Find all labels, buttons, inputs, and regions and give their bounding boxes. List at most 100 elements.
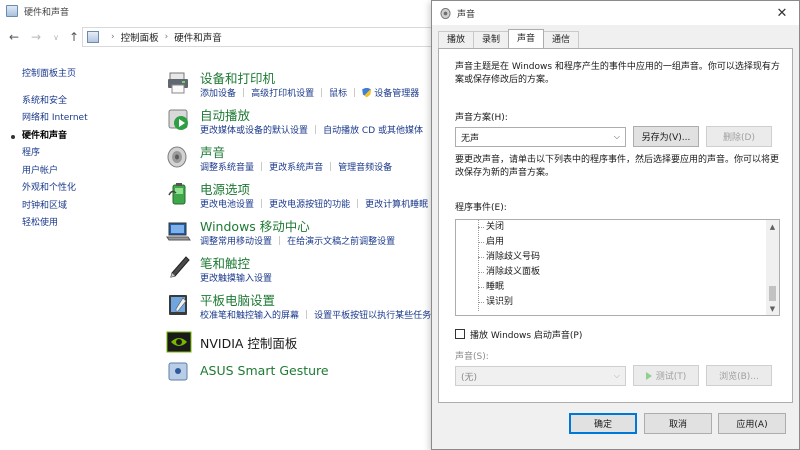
sidebar-item-hardware-sound[interactable]: 硬件和声音 [11,128,152,146]
link-calibrate-screen[interactable]: 校准笔和触控输入的屏幕 [200,308,299,321]
sidebar: 控制面板主页 系统和安全 网络和 Internet 硬件和声音 程序 用户帐户 … [11,66,152,233]
history-chevron-icon[interactable]: ∨ [47,28,65,46]
link-change-sounds[interactable]: 更改系统声音 [269,160,323,173]
category-title[interactable]: 平板电脑设置 [200,290,275,309]
battery-icon [168,183,186,205]
sidebar-item-system-security[interactable]: 系统和安全 [22,93,152,111]
tab-sounds[interactable]: 声音 [508,29,545,48]
autoplay-icon [168,109,188,130]
link-separator: | [320,87,324,98]
category-title[interactable]: 自动播放 [200,105,250,124]
link-sleep[interactable]: 更改计算机睡眠 [365,197,428,210]
chevron-down-icon: ⌵ [613,132,620,141]
scroll-up-icon[interactable]: ▲ [766,220,779,233]
play-icon [645,371,652,380]
close-icon[interactable]: ✕ [773,4,791,22]
sound-dialog-title: 声音 [457,9,476,20]
link-mobility-settings[interactable]: 调整常用移动设置 [200,234,272,247]
breadcrumb-separator-icon[interactable]: › [165,32,169,42]
link-manage-audio[interactable]: 管理音频设备 [338,160,392,173]
link-device-manager[interactable]: 设备管理器 [374,86,419,99]
sidebar-item-appearance[interactable]: 外观和个性化 [22,180,152,198]
startup-sound-label[interactable]: 播放 Windows 启动声音(P) [470,328,582,341]
test-button[interactable]: 测试(T) [633,365,699,386]
breadcrumb-current[interactable]: 硬件和声音 [174,30,222,44]
link-separator: | [260,161,264,172]
link-mouse[interactable]: 鼠标 [329,86,347,99]
link-autoplay-cd[interactable]: 自动播放 CD 或其他媒体 [323,123,423,136]
link-advanced-printer[interactable]: 高级打印机设置 [251,86,314,99]
link-separator: | [260,198,264,209]
list-item[interactable]: 消除歧义面板 [486,265,540,280]
link-adjust-volume[interactable]: 调整系统音量 [200,160,254,173]
browse-button[interactable]: 浏览(B)... [706,365,772,386]
startup-sound-checkbox[interactable] [455,329,465,339]
list-item[interactable]: 启用 [486,235,504,250]
events-scrollbar[interactable]: ▲ ▼ [766,220,779,315]
category-title[interactable]: 声音 [200,142,225,161]
apply-button[interactable]: 应用(A) [718,413,786,434]
delete-button[interactable]: 删除(D) [706,126,772,147]
link-tablet-buttons[interactable]: 设置平板按钮以执行某些任务 [314,308,431,321]
category-title[interactable]: 电源选项 [200,179,250,198]
sidebar-item-home[interactable]: 控制面板主页 [22,66,152,84]
category-title[interactable]: Windows 移动中心 [200,216,310,235]
touchpad-icon [168,362,188,381]
list-item[interactable]: 关闭 [486,220,504,235]
breadcrumb-root[interactable]: 控制面板 [121,30,159,44]
chevron-down-icon: ⌵ [613,371,620,380]
link-presentation-settings[interactable]: 在给演示文稿之前调整设置 [287,234,395,247]
category-title[interactable]: NVIDIA 控制面板 [200,333,297,352]
list-item[interactable]: 误识别 [486,295,513,310]
cancel-button[interactable]: 取消 [644,413,712,434]
save-as-button[interactable]: 另存为(V)... [633,126,699,147]
sound-scheme-value: 无声 [461,133,480,144]
sound-select[interactable]: (无) ⌵ [455,366,626,386]
tree-line [478,220,484,311]
breadcrumb-separator-icon[interactable]: › [111,32,115,42]
back-arrow-icon[interactable]: ← [5,28,23,46]
speaker-icon [440,7,451,19]
tree-branch [478,302,484,303]
link-separator: | [314,124,318,135]
sound-dialog-titlebar[interactable]: 声音 ✕ [432,1,799,25]
category-title[interactable]: 设备和打印机 [200,68,275,87]
sidebar-item-ease-of-access[interactable]: 轻松使用 [22,215,152,233]
intro-text: 声音主题是在 Windows 和程序产生的事件中应用的一组声音。你可以选择现有方… [455,62,780,85]
link-change-default-media[interactable]: 更改媒体或设备的默认设置 [200,123,308,136]
link-add-device[interactable]: 添加设备 [200,86,236,99]
sidebar-item-clock-region[interactable]: 时钟和区域 [22,198,152,216]
instructions-text: 要更改声音，请单击以下列表中的程序事件，然后选择要应用的声音。你可以将更改保存为… [455,155,780,178]
scroll-down-icon[interactable]: ▼ [766,302,779,315]
sound-scheme-select[interactable]: 无声 ⌵ [455,127,626,147]
mobility-center-icon [166,222,191,241]
tree-branch [478,287,484,288]
sound-value: (无) [461,372,478,383]
tab-recording[interactable]: 录制 [473,31,510,48]
category-title[interactable]: 笔和触控 [200,253,250,272]
scroll-thumb[interactable] [769,286,776,301]
up-arrow-icon[interactable]: ↑ [65,28,83,46]
sound-dialog: 声音 ✕ 播放 录制 声音 通信 声音主题是在 Windows 和程序产生的事件… [431,0,800,450]
tab-strip: 播放 录制 声音 通信 [438,29,580,49]
sounds-tab-panel: 声音主题是在 Windows 和程序产生的事件中应用的一组声音。你可以选择现有方… [438,48,793,403]
program-events-list[interactable]: 关闭 启用 消除歧义号码 消除歧义面板 睡眠 误识别 ▲ ▼ [455,219,780,316]
list-item[interactable]: 消除歧义号码 [486,250,540,265]
speaker-icon [167,146,187,168]
sidebar-item-programs[interactable]: 程序 [22,145,152,163]
list-item[interactable]: 睡眠 [486,280,504,295]
control-panel-title: 硬件和声音 [24,7,70,18]
sidebar-item-network[interactable]: 网络和 Internet [22,110,152,128]
link-touch-input[interactable]: 更改触摸输入设置 [200,271,272,284]
nvidia-icon [166,331,192,353]
link-power-button[interactable]: 更改电源按钮的功能 [269,197,350,210]
forward-arrow-icon[interactable]: → [27,28,45,46]
pen-icon [170,256,190,278]
sidebar-item-user-accounts[interactable]: 用户帐户 [22,163,152,181]
tab-communications[interactable]: 通信 [543,31,580,48]
ok-button[interactable]: 确定 [569,413,637,434]
link-battery-settings[interactable]: 更改电池设置 [200,197,254,210]
category-title[interactable]: ASUS Smart Gesture [200,363,329,378]
tab-playback[interactable]: 播放 [438,31,475,48]
tree-branch [478,227,484,228]
